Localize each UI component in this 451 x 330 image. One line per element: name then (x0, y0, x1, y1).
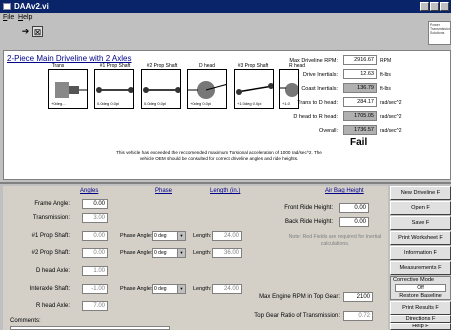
back-ride-label: Back Ride Height: (284, 219, 333, 225)
run-arrow-icon[interactable]: ➔ (20, 26, 31, 37)
top-gear-ratio-label: Top Gear Ratio of Transmission: (254, 313, 340, 319)
dhead-axle-label: D head Axle: (35, 268, 70, 274)
new-driveline-button[interactable]: New Driveline F (390, 186, 451, 200)
top-gear-ratio-input[interactable]: 0.72 (343, 311, 373, 321)
window-title: DAAv2.vi (14, 2, 49, 11)
max-engine-rpm-input[interactable]: 2100 (343, 292, 373, 302)
coast-inertials-label: Coast Inertials: (301, 86, 338, 92)
overall-unit: rad/sec^2 (380, 128, 402, 134)
title-bar: DAAv2.vi (0, 0, 451, 13)
max-rpm-value: 2916.67 (343, 55, 377, 65)
minimize-button[interactable] (420, 2, 429, 11)
print-results-button[interactable]: Print Results F (390, 301, 451, 315)
trans-dhead-label: Trans to D head: (297, 100, 338, 106)
menu-file[interactable]: File (3, 14, 14, 21)
interaxle-input[interactable]: -1.00 (82, 284, 108, 294)
directions-button[interactable]: Directions F (390, 315, 451, 323)
dhead-rhead-label: D head to R head: (293, 114, 338, 120)
chevron-down-icon: ▼ (177, 249, 185, 257)
chevron-down-icon: ▼ (177, 232, 185, 240)
warning-message: This vehicle has exceeded the reccomende… (116, 150, 322, 161)
information-button[interactable]: Information F (390, 246, 451, 260)
red-fields-note: Note: Red Fields are required for Inerti… (288, 234, 382, 247)
interaxle-length-input[interactable]: 24.00 (212, 284, 242, 294)
stop-icon[interactable]: ⊠ (32, 26, 43, 37)
transmission-input[interactable]: 3.00 (82, 213, 108, 223)
corrective-mode-group: Corrective Mode Off Restore Baseline (390, 276, 451, 300)
dhead-axle-input[interactable]: 1.00 (82, 266, 108, 276)
prop1-label: #1 Prop Shaft: (31, 233, 70, 239)
close-button[interactable] (440, 2, 449, 11)
prop2-input[interactable]: 0.00 (82, 248, 108, 258)
maximize-button[interactable] (430, 2, 439, 11)
front-ride-input[interactable]: 0.00 (339, 203, 369, 213)
prop1-phase-select[interactable]: 0 deg ▼ (152, 231, 186, 241)
rhead-axle-label: R head Axle: (35, 303, 70, 309)
measurements-button[interactable]: Measurements F (390, 261, 451, 275)
prop2-length-input[interactable]: 36.00 (212, 248, 242, 258)
frame-angle-input[interactable]: 0.00 (82, 199, 108, 209)
max-engine-rpm-label: Max Engine RPM in Top Gear: (259, 294, 340, 300)
component-prop1: 0.0deg 0.0pi (94, 69, 134, 109)
status-fail: Fail (350, 137, 368, 148)
header-air-bag: Air Bag Height (325, 188, 364, 194)
comments-label: Comments: (10, 318, 41, 324)
rhead-axle-input[interactable]: 7.00 (82, 301, 108, 311)
drive-inertials-label: Drive Inertials: (302, 72, 338, 78)
header-phase: Phase (155, 188, 173, 194)
drive-inertials-unit: ft-lbs (380, 72, 391, 78)
max-rpm-label: Max Driveline RPM: (289, 58, 338, 64)
front-ride-label: Front Ride Height: (284, 205, 333, 211)
dhead-rhead-value: 1705.05 (343, 111, 377, 121)
restore-baseline-button[interactable]: Restore Baseline (391, 293, 450, 299)
transmission-label: Transmission: (32, 215, 70, 221)
comments-textarea[interactable] (10, 326, 170, 330)
component-prop2: 0.0deg 0.0pi (141, 69, 181, 109)
print-worksheet-button[interactable]: Print Worksheet F (390, 231, 451, 245)
overall-value: 1736.57 (343, 125, 377, 135)
coast-inertials-value: 136.79 (343, 83, 377, 93)
prop2-label: #2 Prop Shaft: (31, 250, 70, 256)
interaxle-phase-select[interactable]: 0 deg ▼ (152, 284, 186, 294)
overall-label: Overall: (319, 128, 338, 134)
trans-dhead-value: 284.17 (343, 97, 377, 107)
chevron-down-icon: ▼ (177, 285, 185, 293)
trans-dhead-unit: rad/sec^2 (380, 100, 402, 106)
max-rpm-unit: RPM (380, 58, 392, 64)
window-controls (420, 2, 449, 11)
divider (0, 182, 451, 184)
dhead-rhead-unit: rad/sec^2 (380, 114, 402, 120)
menu-bar: File Help (0, 13, 451, 29)
drive-inertials-value: 12.63 (343, 69, 377, 79)
back-ride-input[interactable]: 0.00 (339, 217, 369, 227)
header-length: Length (in.) (210, 188, 241, 194)
component-trans: +0deg... (48, 69, 88, 109)
corrective-mode-label: Corrective Mode (393, 277, 435, 283)
open-button[interactable]: Open F (390, 201, 451, 215)
prop1-length-label: Length: (193, 233, 212, 239)
prop1-phase-label: Phase Angle: (120, 233, 153, 239)
diagram-title: 2-Piece Main Driveline with 2 Axles (7, 54, 132, 63)
corrective-mode-toggle[interactable]: Off (395, 284, 446, 292)
prop1-length-input[interactable]: 24.00 (212, 231, 242, 241)
interaxle-label: Interaxle Shaft: (29, 286, 70, 292)
interaxle-phase-label: Phase Angle: (120, 286, 153, 292)
prop1-input[interactable]: 0.00 (82, 231, 108, 241)
interaxle-length-label: Length: (193, 286, 212, 292)
coast-inertials-unit: ft-lbs (380, 86, 391, 92)
company-logo: Power Transmission Solutions (428, 21, 451, 45)
frame-angle-label: Frame Angle: (34, 201, 70, 207)
prop2-phase-label: Phase Angle: (120, 250, 153, 256)
prop2-phase-select[interactable]: 0 deg ▼ (152, 248, 186, 258)
menu-help[interactable]: Help (18, 14, 32, 21)
save-button[interactable]: Save F (390, 216, 451, 230)
header-angles: Angles (80, 188, 99, 194)
app-icon (3, 3, 11, 10)
help-button[interactable]: Help F (390, 323, 451, 330)
prop2-length-label: Length: (193, 250, 212, 256)
